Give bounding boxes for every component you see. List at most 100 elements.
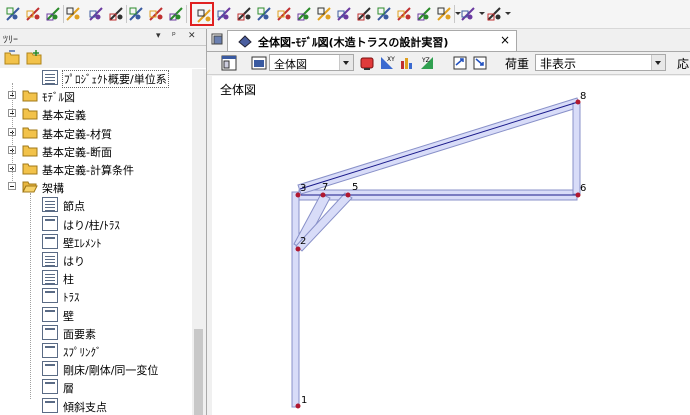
view-select[interactable]: 全体図 xyxy=(269,54,354,71)
tree-view[interactable]: ﾌﾟﾛｼﾞｪｸﾄ概要/単位系 ﾓﾃﾞﾙ図 基本定義 基本定義-材質 基本定義-断面基本定… xyxy=(0,69,192,415)
folder-icon xyxy=(22,144,38,157)
document-icon xyxy=(42,216,58,231)
member-right-post[interactable] xyxy=(572,102,581,195)
document-icon xyxy=(42,234,58,249)
print-icon[interactable] xyxy=(414,4,434,24)
close-icon[interactable]: ✕ xyxy=(188,31,196,41)
tree-item[interactable]: 柱 xyxy=(0,269,192,287)
section-icon[interactable] xyxy=(374,4,394,24)
node-label-6: 6 xyxy=(580,183,586,194)
tree-item-label: 節点 xyxy=(63,200,85,213)
slab-icon[interactable] xyxy=(334,4,354,24)
axis-icon[interactable] xyxy=(458,4,478,24)
tree-item[interactable]: ﾌﾟﾛｼﾞｪｸﾄ概要/単位系 xyxy=(0,69,192,88)
grid-icon[interactable] xyxy=(3,4,23,24)
property-icon[interactable] xyxy=(434,4,454,24)
arc-icon[interactable] xyxy=(314,4,334,24)
tree-item[interactable]: 基本定義-材質 xyxy=(0,124,192,142)
member-move-icon[interactable] xyxy=(126,4,146,24)
load-case-icon[interactable] xyxy=(394,4,414,24)
tree-item[interactable]: 壁 xyxy=(0,306,192,324)
toolbar-separator xyxy=(186,5,187,23)
panel-icon[interactable] xyxy=(294,4,314,24)
member-add-icon[interactable] xyxy=(106,4,126,24)
tree-item[interactable]: 基本定義-断面 xyxy=(0,142,192,160)
redo-view-icon[interactable] xyxy=(472,55,488,74)
tree-item[interactable]: 基本定義-計算条件 xyxy=(0,160,192,178)
document-icon xyxy=(42,270,58,285)
member-join-icon[interactable] xyxy=(166,4,186,24)
tree-scrollbar[interactable] xyxy=(192,69,206,415)
tree-item-label: 壁 xyxy=(63,310,74,323)
hinge-icon[interactable] xyxy=(274,4,294,24)
folder-up-icon[interactable] xyxy=(4,49,20,65)
axis-yz-icon[interactable]: YZ xyxy=(419,55,435,74)
tree-item[interactable]: 節点 xyxy=(0,196,192,214)
load-icon[interactable] xyxy=(254,4,274,24)
dropdown-arrow-icon[interactable] xyxy=(505,12,511,15)
tree-item[interactable]: 基本定義 xyxy=(0,105,192,123)
node-label-5: 5 xyxy=(352,182,358,193)
node-icon[interactable] xyxy=(23,4,43,24)
pin-icon[interactable]: ᵖ xyxy=(172,31,176,41)
tree-item[interactable]: ﾓﾃﾞﾙ図 xyxy=(0,87,192,105)
view-icon[interactable] xyxy=(354,4,374,24)
tab-title: 全体図-ﾓﾃﾞﾙ図(木造トラスの設計実習) xyxy=(258,36,449,49)
tree-item[interactable]: 傾斜支点 xyxy=(0,397,192,415)
brace-icon[interactable] xyxy=(234,4,254,24)
node-marker-2[interactable] xyxy=(295,246,301,252)
panel-menu-icon[interactable]: ▾ xyxy=(156,31,161,41)
centerline-top-chord xyxy=(299,101,579,190)
tree-item-label: はり xyxy=(63,255,85,268)
document-icon xyxy=(42,197,58,212)
member-column-left[interactable] xyxy=(291,191,300,408)
undo-view-icon[interactable] xyxy=(452,55,468,74)
member-active-icon[interactable] xyxy=(190,2,214,26)
tree-item[interactable]: 面要素 xyxy=(0,324,192,342)
view-type-icon[interactable] xyxy=(251,55,267,74)
tree-item[interactable]: はり/柱/ﾄﾗｽ xyxy=(0,215,192,233)
tree-item-label: 傾斜支点 xyxy=(63,401,107,414)
tab-close-icon[interactable]: × xyxy=(500,33,510,47)
collapse-icon[interactable] xyxy=(8,182,16,190)
member-split-icon[interactable] xyxy=(146,4,166,24)
document-icon xyxy=(42,307,58,322)
node-marker-5[interactable] xyxy=(345,192,351,198)
tab-model-view[interactable]: 全体図-ﾓﾃﾞﾙ図(木造トラスの設計実習) × xyxy=(227,30,517,51)
node-label-2: 2 xyxy=(300,236,306,247)
chevron-down-icon[interactable] xyxy=(339,55,353,70)
coord-icon[interactable] xyxy=(484,4,504,24)
tree-item[interactable]: ﾄﾗｽ xyxy=(0,287,192,305)
document-icon xyxy=(42,343,58,358)
tree-connector xyxy=(12,83,13,183)
layout-icon[interactable] xyxy=(221,55,237,74)
axis-xz-icon[interactable] xyxy=(399,55,415,74)
tree-item-label: 剛床/剛体/同一変位 xyxy=(63,364,159,377)
node-marker-7[interactable] xyxy=(320,192,326,198)
truss-icon[interactable] xyxy=(214,4,234,24)
tree-item[interactable]: 架構 xyxy=(0,178,192,196)
document-icon xyxy=(42,361,58,376)
tree-item-label: 基本定義-計算条件 xyxy=(42,164,134,177)
axis-xy-icon[interactable]: XY xyxy=(379,55,395,74)
folder-new-icon[interactable] xyxy=(26,49,42,65)
tree-item[interactable]: はり xyxy=(0,251,192,269)
document-icon xyxy=(42,379,58,394)
chevron-down-icon[interactable] xyxy=(651,55,665,70)
tab-view-icon xyxy=(238,35,252,51)
tree-item[interactable]: 壁ｴﾚﾒﾝﾄ xyxy=(0,233,192,251)
tree-item[interactable]: 層 xyxy=(0,378,192,396)
tree-item[interactable]: ｽﾌﾟﾘﾝｸﾞ xyxy=(0,342,192,360)
scroll-thumb[interactable] xyxy=(194,329,203,415)
node-marker-1[interactable] xyxy=(295,403,301,409)
folder-icon xyxy=(22,107,38,120)
tree-item[interactable]: 剛床/剛体/同一変位 xyxy=(0,360,192,378)
render-icon[interactable] xyxy=(359,55,375,74)
node-edit-icon[interactable] xyxy=(43,4,63,24)
member-icon[interactable] xyxy=(86,4,106,24)
load-label: 荷重 xyxy=(505,57,530,71)
folder-icon xyxy=(22,89,38,102)
delete-icon[interactable] xyxy=(63,4,83,24)
model-canvas[interactable]: 全体図 1 2 3 5 6 7 8 xyxy=(212,76,690,415)
load-select[interactable]: 非表示 xyxy=(535,54,666,71)
